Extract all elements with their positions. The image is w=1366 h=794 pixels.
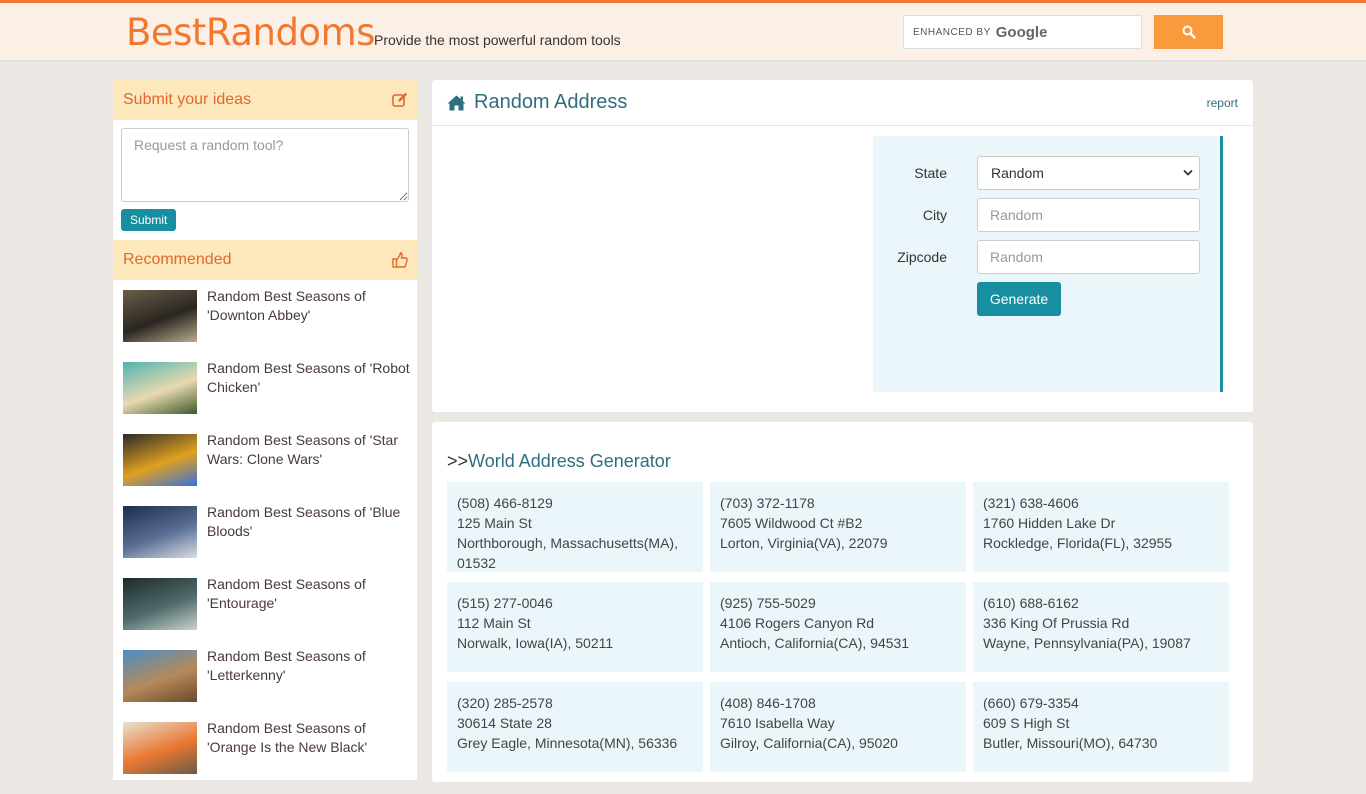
recommended-item-label[interactable]: Random Best Seasons of 'Blue Bloods' bbox=[207, 503, 412, 578]
address-phone: (660) 679-3354 bbox=[983, 695, 1079, 711]
state-label: State bbox=[914, 165, 947, 181]
recommended-thumbnail[interactable] bbox=[123, 578, 197, 630]
address-phone: (703) 372-1178 bbox=[720, 495, 815, 511]
random-address-card: Random Address report State Random City … bbox=[432, 80, 1253, 412]
state-select[interactable]: Random bbox=[977, 156, 1200, 190]
address-phone: (610) 688-6162 bbox=[983, 595, 1079, 611]
recommended-item[interactable]: Random Best Seasons of 'Star Wars: Clone… bbox=[113, 431, 417, 506]
recommended-thumbnail[interactable] bbox=[123, 290, 197, 342]
recommended-item[interactable]: Random Best Seasons of 'Letterkenny' bbox=[113, 647, 417, 722]
thumbs-up-icon bbox=[392, 252, 408, 268]
recommended-item-label[interactable]: Random Best Seasons of 'Star Wars: Clone… bbox=[207, 431, 412, 506]
submit-ideas-header: Submit your ideas bbox=[113, 80, 417, 120]
recommended-item-label[interactable]: Random Best Seasons of 'Downton Abbey' bbox=[207, 287, 412, 362]
address-street: 7610 Isabella Way bbox=[720, 715, 835, 731]
recommended-item[interactable]: Random Best Seasons of 'Blue Bloods' bbox=[113, 503, 417, 578]
recommended-item[interactable]: Random Best Seasons of 'Entourage' bbox=[113, 575, 417, 650]
home-icon bbox=[447, 95, 466, 110]
address-city-line: Butler, Missouri(MO), 64730 bbox=[983, 735, 1158, 751]
search-input[interactable]: ENHANCED BY Google bbox=[903, 15, 1142, 49]
address-street: 4106 Rogers Canyon Rd bbox=[720, 615, 875, 631]
address-street: 112 Main St bbox=[457, 615, 531, 631]
zipcode-input[interactable] bbox=[977, 240, 1200, 274]
zipcode-label: Zipcode bbox=[897, 249, 947, 265]
address-street: 125 Main St bbox=[457, 515, 532, 531]
address-city-line: Lorton, Virginia(VA), 22079 bbox=[720, 535, 888, 551]
address-phone: (925) 755-5029 bbox=[720, 595, 816, 611]
recommended-title: Recommended bbox=[123, 251, 232, 268]
address-grid: (508) 466-8129 125 Main St Northborough, M… bbox=[447, 482, 1229, 772]
heading-prefix: >> bbox=[447, 451, 469, 471]
recommended-header: Recommended bbox=[113, 240, 417, 280]
search-enhanced-by: ENHANCED BY bbox=[913, 26, 991, 38]
site-logo[interactable]: BestRandoms bbox=[126, 11, 375, 54]
idea-textarea[interactable] bbox=[121, 128, 409, 202]
recommended-thumbnail[interactable] bbox=[123, 434, 197, 486]
city-label: City bbox=[922, 207, 947, 223]
top-bar: BestRandoms Provide the most powerful ra… bbox=[0, 0, 1366, 60]
address-street: 609 S High St bbox=[983, 715, 1070, 731]
address-city-line: Northborough, Massachusetts(MA), 01532 bbox=[457, 535, 678, 571]
address-phone: (321) 638-4606 bbox=[983, 495, 1079, 511]
world-address-card: >>World Address Generator (508) 466-8129… bbox=[432, 422, 1253, 782]
address-phone: (515) 277-0046 bbox=[457, 595, 553, 611]
generate-button[interactable]: Generate bbox=[977, 282, 1061, 316]
address-form: State Random City Zipcode Generate bbox=[873, 136, 1223, 392]
address-city-line: Rockledge, Florida(FL), 32955 bbox=[983, 535, 1173, 551]
address-card: (610) 688-6162 336 King Of Prussia Rd Wayn… bbox=[973, 582, 1229, 672]
search-icon bbox=[1182, 25, 1196, 39]
recommended-item[interactable]: Random Best Seasons of 'Orange Is the Ne… bbox=[113, 719, 417, 794]
address-street: 30614 State 28 bbox=[457, 715, 552, 731]
address-city-line: Wayne, Pennsylvania(PA), 19087 bbox=[983, 635, 1191, 651]
recommended-thumbnail[interactable] bbox=[123, 722, 197, 774]
card-header: Random Address report bbox=[432, 80, 1253, 126]
site-tagline: Provide the most powerful random tools bbox=[374, 32, 621, 48]
address-card: (408) 846-1708 7610 Isabella Way Gilroy, C… bbox=[710, 682, 966, 772]
address-city-line: Gilroy, California(CA), 95020 bbox=[720, 735, 898, 751]
address-street: 1760 Hidden Lake Dr bbox=[983, 515, 1116, 531]
recommended-item-label[interactable]: Random Best Seasons of 'Letterkenny' bbox=[207, 647, 412, 722]
sidebar: Submit your ideas Submit Recommended Ran… bbox=[113, 80, 417, 780]
address-city-line: Grey Eagle, Minnesota(MN), 56336 bbox=[457, 735, 678, 751]
recommended-thumbnail[interactable] bbox=[123, 506, 197, 558]
address-card: (321) 638-4606 1760 Hidden Lake Dr Rockled… bbox=[973, 482, 1229, 572]
world-address-link[interactable]: World Address Generator bbox=[468, 451, 671, 471]
city-input[interactable] bbox=[977, 198, 1200, 232]
page-title: Random Address bbox=[447, 91, 627, 114]
recommended-item-label[interactable]: Random Best Seasons of 'Orange Is the Ne… bbox=[207, 719, 412, 794]
page-title-text: Random Address bbox=[474, 91, 628, 113]
recommended-item[interactable]: Random Best Seasons of 'Robot Chicken' bbox=[113, 359, 417, 434]
submit-ideas-title: Submit your ideas bbox=[123, 91, 252, 108]
address-city-line: Antioch, California(CA), 94531 bbox=[720, 635, 910, 651]
recommended-list: Random Best Seasons of 'Downton Abbey' Ra… bbox=[113, 280, 417, 794]
address-card: (320) 285-2578 30614 State 28 Grey Eagle, … bbox=[447, 682, 703, 772]
address-card: (515) 277-0046 112 Main St Norwalk, Iowa(I… bbox=[447, 582, 703, 672]
address-phone: (320) 285-2578 bbox=[457, 695, 553, 711]
recommended-thumbnail[interactable] bbox=[123, 362, 197, 414]
recommended-item-label[interactable]: Random Best Seasons of 'Robot Chicken' bbox=[207, 359, 412, 434]
world-address-heading: >>World Address Generator bbox=[447, 451, 671, 472]
report-link[interactable]: report bbox=[1207, 96, 1238, 110]
address-card: (508) 466-8129 125 Main St Northborough, M… bbox=[447, 482, 703, 572]
address-card: (703) 372-1178 7605 Wildwood Ct #B2 Lorton… bbox=[710, 482, 966, 572]
address-phone: (408) 846-1708 bbox=[720, 695, 816, 711]
address-city-line: Norwalk, Iowa(IA), 50211 bbox=[457, 635, 614, 651]
address-card: (925) 755-5029 4106 Rogers Canyon Rd Antio… bbox=[710, 582, 966, 672]
recommended-item-label[interactable]: Random Best Seasons of 'Entourage' bbox=[207, 575, 412, 650]
recommended-item[interactable]: Random Best Seasons of 'Downton Abbey' bbox=[113, 287, 417, 362]
submit-button[interactable]: Submit bbox=[121, 209, 177, 231]
recommended-thumbnail[interactable] bbox=[123, 650, 197, 702]
address-street: 336 King Of Prussia Rd bbox=[983, 615, 1130, 631]
search-brand: Google bbox=[995, 23, 1048, 41]
address-street: 7605 Wildwood Ct #B2 bbox=[720, 515, 863, 531]
edit-icon bbox=[392, 92, 408, 107]
search-button[interactable] bbox=[1154, 15, 1223, 49]
address-card: (660) 679-3354 609 S High St Butler, Misso… bbox=[973, 682, 1229, 772]
address-phone: (508) 466-8129 bbox=[457, 495, 553, 511]
